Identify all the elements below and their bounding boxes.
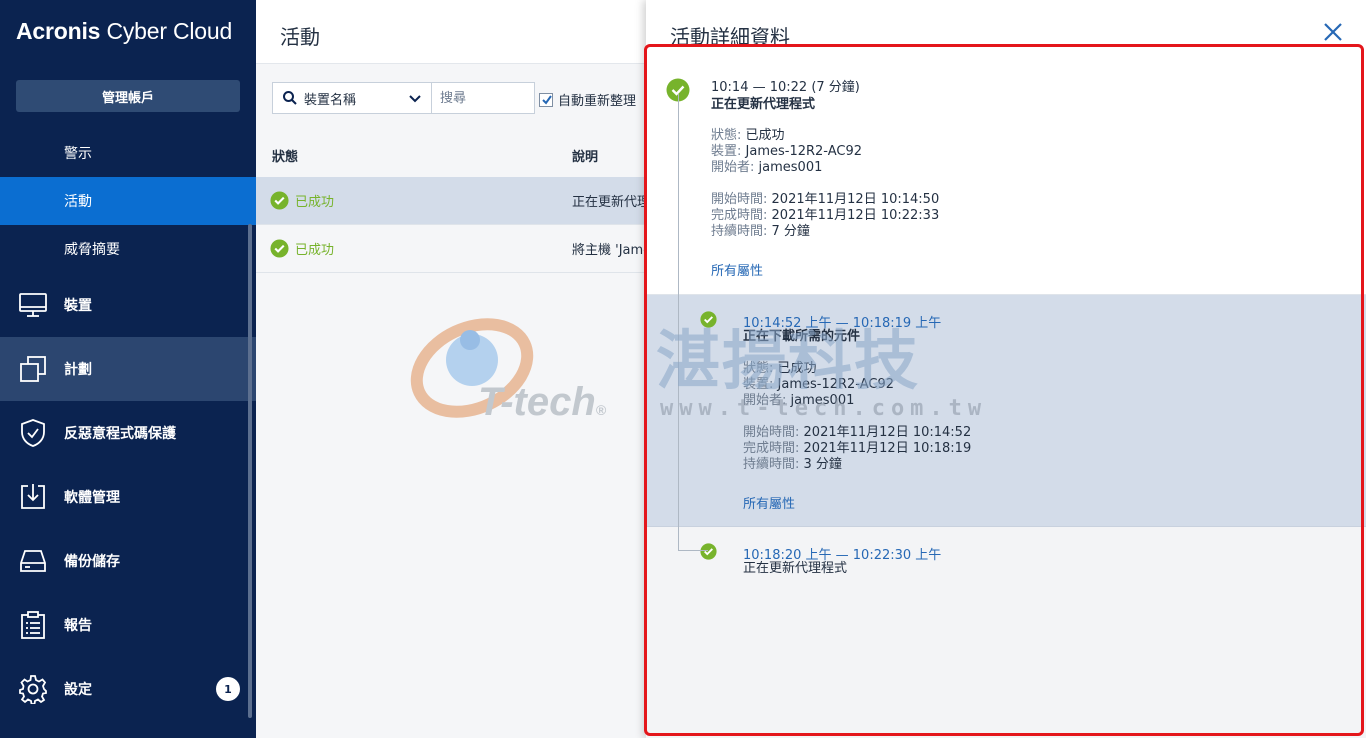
sidebar-item-antimalware[interactable]: 反惡意程式碼保護: [0, 401, 256, 465]
notification-badge: 1: [216, 677, 240, 701]
column-header-status[interactable]: 狀態: [272, 146, 298, 165]
filter-label: 裝置名稱: [304, 92, 357, 108]
timeline-entry: 10:14 — 10:22 (7 分鐘) 正在更新代理程式 狀態: 已成功 裝置…: [646, 64, 1366, 295]
auto-refresh-checkbox[interactable]: [539, 92, 553, 107]
monitor-icon: [19, 293, 47, 317]
activity-timeline: 10:14 — 10:22 (7 分鐘) 正在更新代理程式 狀態: 已成功 裝置…: [646, 64, 1366, 738]
all-properties-link[interactable]: 所有屬性: [711, 260, 763, 279]
storage-icon: [20, 550, 46, 572]
entry-end-time: 完成時間: 2021年11月12日 10:18:19: [743, 441, 972, 456]
sidebar-item-settings[interactable]: 設定 1: [0, 657, 256, 721]
sidebar-item-label: 警示: [64, 146, 92, 162]
manage-account-button[interactable]: 管理帳戶: [16, 80, 240, 112]
close-icon[interactable]: [1321, 20, 1345, 44]
gear-icon: [19, 675, 47, 704]
success-icon: [700, 311, 717, 328]
description-cell: 將主機 'James-12R2-AC92': [572, 243, 646, 258]
sidebar-item-reports[interactable]: 報告: [0, 593, 256, 657]
sidebar-item-plans[interactable]: 計劃: [0, 337, 256, 401]
timeline-branch: [678, 550, 708, 551]
entry-end-time: 完成時間: 2021年11月12日 10:22:33: [711, 208, 940, 223]
report-icon: [21, 611, 45, 639]
entry-device: 裝置: James-12R2-AC92: [711, 144, 862, 159]
table-row[interactable]: 已成功 將主機 'James-12R2-AC92': [256, 225, 646, 273]
sidebar-item-label: 反惡意程式碼保護: [64, 426, 176, 442]
sidebar-item-label: 裝置: [64, 298, 92, 314]
timeline-entry: 10:14:52 上午 — 10:18:19 上午 正在下載所需的元件 狀態: …: [646, 295, 1366, 527]
entry-status: 狀態: 已成功: [711, 128, 785, 143]
success-icon: [700, 543, 717, 560]
activities-list: 活動 裝置名稱 自動重新整理 狀態 說明 已成功 正在更新代理程式 已成功 將主…: [256, 0, 646, 738]
panel-title: 活動詳細資料: [670, 25, 790, 49]
all-properties-link[interactable]: 所有屬性: [743, 493, 795, 512]
sidebar-item-devices[interactable]: 裝置: [0, 273, 256, 337]
sidebar-item-label: 活動: [64, 194, 92, 210]
sidebar-item-label: 軟體管理: [64, 490, 120, 506]
sidebar-item-label: 威脅摘要: [64, 242, 120, 258]
timeline-connector: [678, 94, 679, 550]
shield-icon: [21, 419, 45, 447]
chevron-down-icon: [409, 95, 421, 103]
status-cell: 已成功: [270, 191, 334, 210]
search-input[interactable]: [431, 82, 535, 114]
entry-start-time: 開始時間: 2021年11月12日 10:14:52: [743, 425, 972, 440]
sidebar-item-backup-storage[interactable]: 備份儲存: [0, 529, 256, 593]
timeline-entry: 10:18:20 上午 — 10:22:30 上午 正在更新代理程式: [646, 527, 1366, 587]
entry-duration: 持續時間: 7 分鐘: [711, 224, 810, 239]
entry-title: 正在下載所需的元件: [743, 329, 861, 344]
entry-title: 正在更新代理程式: [711, 97, 816, 112]
entry-device: 裝置: James-12R2-AC92: [743, 377, 894, 392]
sidebar-scrollbar[interactable]: [248, 224, 252, 718]
description-cell: 正在更新代理程式: [572, 195, 646, 210]
sidebar-item-label: 報告: [64, 618, 92, 634]
entry-status: 狀態: 已成功: [743, 361, 817, 376]
entry-initiator: 開始者: james001: [743, 393, 855, 408]
app-logo: Acronis Cyber Cloud: [16, 18, 233, 44]
table-row[interactable]: 已成功 正在更新代理程式: [256, 177, 646, 225]
entry-duration: 持續時間: 3 分鐘: [743, 457, 842, 472]
sidebar-item-label: 計劃: [64, 362, 92, 378]
device-name-filter[interactable]: 裝置名稱: [272, 82, 432, 114]
success-icon: [270, 191, 289, 210]
success-icon: [270, 239, 289, 258]
column-header-description[interactable]: 說明: [572, 146, 598, 165]
sidebar: Acronis Cyber Cloud 管理帳戶 警示 活動 威脅摘要 裝置 計…: [0, 0, 256, 738]
sidebar-item-alerts[interactable]: 警示: [0, 129, 256, 177]
entry-title: 正在更新代理程式: [743, 561, 848, 576]
entry-start-time: 開始時間: 2021年11月12日 10:14:50: [711, 192, 940, 207]
sidebar-item-activities[interactable]: 活動: [0, 177, 256, 225]
auto-refresh-toggle[interactable]: 自動重新整理: [539, 90, 636, 109]
sidebar-item-label: 備份儲存: [64, 554, 120, 570]
sidebar-item-label: 設定: [64, 682, 92, 698]
software-icon: [21, 484, 45, 509]
page-title: 活動: [280, 25, 320, 49]
status-cell: 已成功: [270, 239, 334, 258]
sidebar-item-threat-summary[interactable]: 威脅摘要: [0, 225, 256, 273]
main-header: 活動: [256, 0, 646, 64]
auto-refresh-label: 自動重新整理: [558, 94, 637, 109]
entry-initiator: 開始者: james001: [711, 160, 823, 175]
activity-details-panel: 活動詳細資料 10:14 — 10:22 (7 分鐘) 正在更新代理程式 狀態:…: [646, 0, 1366, 738]
search-icon: [283, 91, 297, 105]
entry-time: 10:14 — 10:22 (7 分鐘): [711, 80, 860, 95]
plans-icon: [20, 356, 46, 382]
checkmark-icon: [542, 94, 552, 105]
sidebar-item-software-management[interactable]: 軟體管理: [0, 465, 256, 529]
